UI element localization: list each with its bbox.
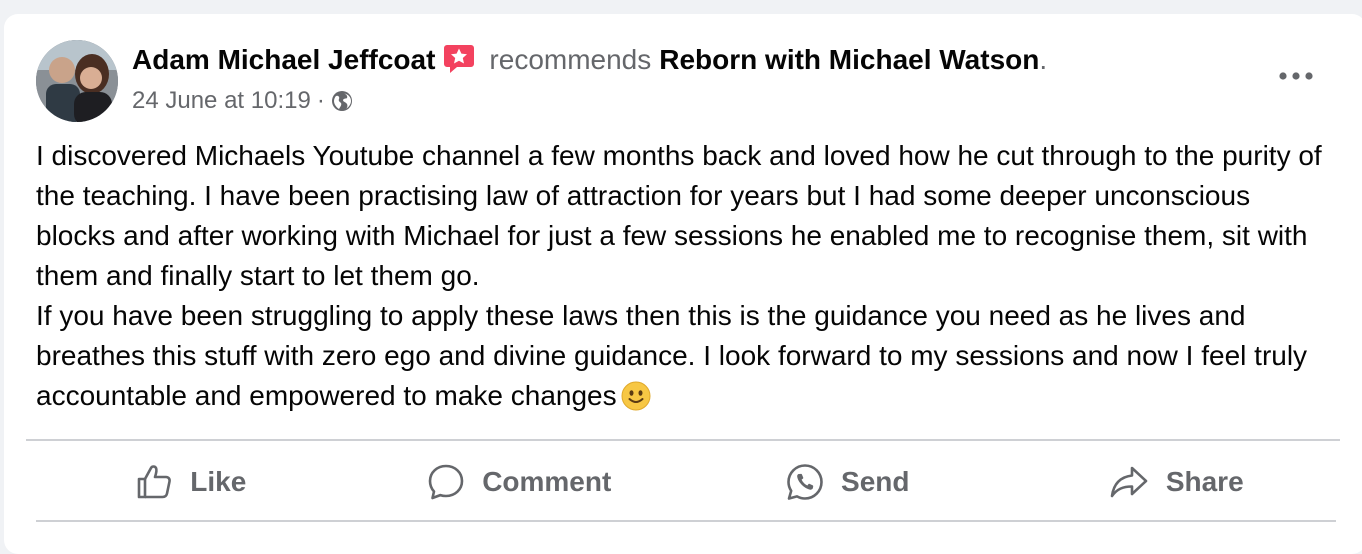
share-arrow-icon: [1110, 466, 1148, 498]
post-timestamp[interactable]: 24 June at 10:19: [132, 86, 311, 116]
post-paragraph-text: If you have been struggling to apply the…: [36, 300, 1308, 411]
like-thumb-icon: [137, 465, 172, 499]
share-label: Share: [1165, 466, 1244, 497]
post-meta: 24 June at 10:19 ·: [132, 86, 353, 116]
meta-separator: ·: [316, 87, 325, 114]
actions-divider: [26, 439, 1340, 441]
avatar[interactable]: [36, 40, 118, 122]
more-dots-icon: [1279, 72, 1313, 80]
avatar-photo-icon: [36, 40, 118, 122]
post-header: Adam Michael Jeffcoat recommends Reborn …: [132, 42, 1047, 78]
globe-icon[interactable]: [331, 90, 353, 112]
post-body: I discovered Michaels Youtube channel a …: [36, 136, 1326, 416]
comment-label: Comment: [482, 466, 612, 497]
share-button[interactable]: Share: [1012, 454, 1341, 510]
comment-bubble-icon: [428, 464, 464, 500]
recommendation-star-icon: [443, 44, 475, 74]
header-period: .: [1039, 44, 1048, 75]
like-label: Like: [190, 466, 247, 497]
post-paragraph-2: If you have been struggling to apply the…: [36, 296, 1326, 416]
like-button[interactable]: Like: [26, 454, 355, 510]
whatsapp-send-icon: [787, 464, 823, 500]
comment-button[interactable]: Comment: [355, 454, 684, 510]
slightly-smiling-face-icon: [621, 381, 651, 411]
author-name[interactable]: Adam Michael Jeffcoat: [132, 42, 435, 78]
more-options-button[interactable]: [1272, 58, 1320, 94]
action-bar: Like Comment Send Share: [26, 454, 1340, 510]
bottom-divider: [36, 520, 1336, 522]
send-button[interactable]: Send: [683, 454, 1012, 510]
recommended-page-name[interactable]: Reborn with Michael Watson: [659, 42, 1039, 78]
post-paragraph: I discovered Michaels Youtube channel a …: [36, 140, 1322, 291]
send-label: Send: [841, 466, 910, 497]
recommends-text: recommends: [489, 44, 652, 75]
post-card: Adam Michael Jeffcoat recommends Reborn …: [4, 14, 1362, 554]
